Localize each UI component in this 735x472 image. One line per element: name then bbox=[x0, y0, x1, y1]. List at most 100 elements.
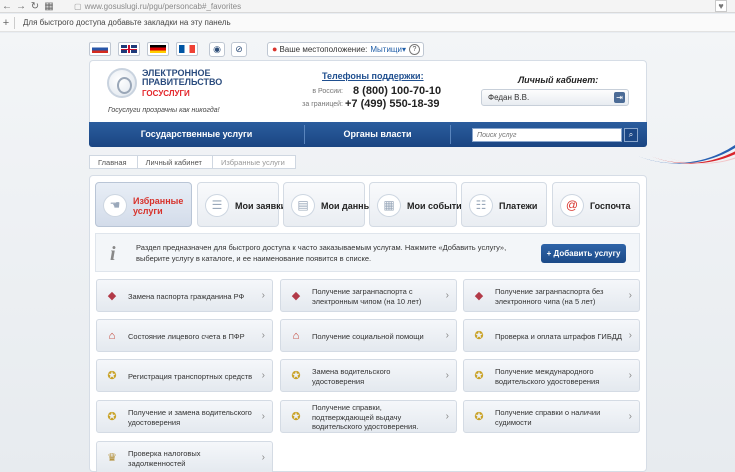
calendar-icon: ▦ bbox=[377, 194, 401, 217]
service-card[interactable]: ♛ Проверка налоговых задолженностей › bbox=[96, 441, 273, 472]
service-label: Получение социальной помощи bbox=[312, 331, 424, 341]
chevron-right-icon: › bbox=[628, 330, 632, 341]
breadcrumb-favorites: Избранные услуги bbox=[211, 155, 296, 169]
content-panel: ☚ Избранные услуги ☰ Мои заявки ▤ Мои да… bbox=[89, 175, 647, 472]
cabinet-tabs: ☚ Избранные услуги ☰ Мои заявки ▤ Мои да… bbox=[95, 182, 640, 227]
help-icon[interactable]: ? bbox=[409, 44, 420, 55]
service-label: Регистрация транспортных средств bbox=[128, 371, 253, 381]
service-label: Получение справки о наличии судимости bbox=[495, 408, 601, 427]
pension-fund-icon: ⌂ bbox=[292, 330, 300, 342]
back-icon[interactable]: ← bbox=[0, 0, 14, 13]
tab-label: Мои события bbox=[407, 200, 467, 211]
info-box: i Раздел предназначен для быстрого досту… bbox=[95, 233, 640, 272]
service-card[interactable]: ⌂ Состояние лицевого счета в ПФР › bbox=[96, 319, 273, 352]
service-card[interactable]: ✪ Регистрация транспортных средств › bbox=[96, 359, 273, 392]
service-card[interactable]: ◆ Замена паспорта гражданина РФ › bbox=[96, 279, 273, 312]
lang-de-flag[interactable] bbox=[147, 42, 169, 56]
tab-label: Госпочта bbox=[590, 200, 631, 211]
traffic-police-icon: ✪ bbox=[107, 411, 117, 423]
gosuslugi-logo-icon[interactable] bbox=[107, 68, 137, 98]
phone-abroad: +7 (499) 550-18-39 bbox=[345, 98, 440, 110]
tab-label: Избранные услуги bbox=[133, 195, 184, 216]
tab-label: Платежи bbox=[499, 200, 538, 211]
slogan: Госуслуги прозрачны как никогда! bbox=[108, 107, 220, 114]
traffic-police-icon: ✪ bbox=[107, 370, 117, 382]
info-text: Раздел предназначен для быстрого доступа… bbox=[136, 243, 507, 263]
service-label: Замена паспорта гражданина РФ bbox=[128, 291, 245, 301]
add-bookmark-icon[interactable]: + bbox=[0, 17, 12, 29]
site-container: ◉ ⊘ ● Ваше местоположение: Мытищи▾ ? ЭЛЕКТ… bbox=[89, 33, 647, 472]
search-icon[interactable]: ⌕ bbox=[624, 128, 638, 142]
service-card[interactable]: ✪ Проверка и оплата штрафов ГИБДД › bbox=[463, 319, 640, 352]
tab-gospochta[interactable]: @ Госпочта bbox=[552, 182, 640, 227]
tab-events[interactable]: ▦ Мои события bbox=[369, 182, 467, 227]
service-card[interactable]: ✪ Замена водительского удостоверения › bbox=[280, 359, 457, 392]
service-card[interactable]: ✪ Получение и замена водительского удосто… bbox=[96, 400, 273, 433]
breadcrumb-cabinet[interactable]: Личный кабинет bbox=[136, 155, 213, 169]
mail-at-icon: @ bbox=[560, 194, 584, 217]
chevron-right-icon: › bbox=[445, 370, 449, 381]
service-card[interactable]: ✪ Получение международного водительского … bbox=[463, 359, 640, 392]
service-label: Проверка налоговых задолженностей bbox=[128, 449, 201, 468]
logo-title[interactable]: ЭЛЕКТРОННОЕ ПРАВИТЕЛЬСТВО bbox=[142, 69, 252, 87]
service-card[interactable]: ◆ Получение загранпаспорта без электронно… bbox=[463, 279, 640, 312]
chevron-right-icon: › bbox=[261, 411, 265, 422]
location-city[interactable]: Мытищи bbox=[370, 45, 402, 54]
bookmarks-bar: + Для быстрого доступа добавьте закладки… bbox=[0, 14, 735, 32]
service-card[interactable]: ✪ Получение справки, подтверждающей выдач… bbox=[280, 400, 457, 433]
chevron-right-icon: › bbox=[445, 290, 449, 301]
chevron-right-icon: › bbox=[628, 370, 632, 381]
tab-payments[interactable]: ☷ Платежи bbox=[461, 182, 547, 227]
chevron-right-icon: › bbox=[261, 370, 265, 381]
reload-icon[interactable]: ↻ bbox=[28, 0, 42, 13]
compass-icon[interactable]: ⊘ bbox=[231, 42, 247, 57]
service-label: Получение международного водительского у… bbox=[495, 367, 600, 386]
top-strip: ◉ ⊘ ● Ваше местоположение: Мытищи▾ ? bbox=[89, 38, 647, 60]
service-label: Получение загранпаспорта без электронног… bbox=[495, 287, 604, 306]
search-input[interactable] bbox=[472, 128, 622, 142]
passport-icon: ◆ bbox=[107, 290, 117, 302]
lang-ru-flag[interactable] bbox=[89, 42, 111, 56]
logout-icon[interactable]: ⇥ bbox=[614, 92, 625, 103]
chevron-right-icon: › bbox=[445, 330, 449, 341]
bookmarks-hint: Для быстрого доступа добавьте закладки н… bbox=[23, 18, 231, 27]
traffic-police-icon: ✪ bbox=[474, 411, 484, 423]
bookmark-heart-icon[interactable]: ♥ bbox=[715, 0, 727, 12]
tab-my-data[interactable]: ▤ Мои данные bbox=[283, 182, 376, 227]
site-header: ЭЛЕКТРОННОЕ ПРАВИТЕЛЬСТВО ГОСУСЛУГИ Госу… bbox=[89, 60, 647, 122]
apps-icon[interactable]: ▦ bbox=[42, 0, 56, 13]
lang-en-flag[interactable] bbox=[118, 42, 140, 56]
payment-icon: ☷ bbox=[469, 194, 493, 217]
dropdown-icon: ▾ bbox=[401, 45, 406, 54]
cabinet-user-name: Федан В.В. bbox=[488, 93, 530, 102]
cabinet-user-field[interactable]: Федан В.В. ⇥ bbox=[481, 89, 629, 106]
service-card[interactable]: ◆ Получение загранпаспорта с электронным … bbox=[280, 279, 457, 312]
service-label: Получение загранпаспорта с электронным ч… bbox=[312, 287, 422, 306]
favorites-hand-icon: ☚ bbox=[103, 194, 127, 217]
chevron-right-icon: › bbox=[445, 411, 449, 422]
tab-applications[interactable]: ☰ Мои заявки bbox=[197, 182, 286, 227]
phones-title[interactable]: Телефоны поддержки: bbox=[322, 71, 424, 81]
passport-icon: ◆ bbox=[474, 290, 484, 302]
lang-fr-flag[interactable] bbox=[176, 42, 198, 56]
add-service-button[interactable]: + Добавить услугу bbox=[541, 244, 626, 263]
tab-favorites[interactable]: ☚ Избранные услуги bbox=[95, 182, 192, 227]
traffic-police-icon: ✪ bbox=[474, 330, 484, 342]
tax-service-icon: ♛ bbox=[107, 452, 117, 464]
chevron-right-icon: › bbox=[261, 452, 265, 463]
nav-services[interactable]: Государственные услуги bbox=[89, 122, 304, 147]
nav-authorities[interactable]: Органы власти bbox=[305, 122, 450, 147]
traffic-police-icon: ✪ bbox=[291, 370, 301, 382]
address-bar[interactable]: ▢ www.gosuslugi.ru/pgu/personcab#_favorit… bbox=[70, 1, 690, 12]
location-selector[interactable]: ● Ваше местоположение: Мытищи▾ ? bbox=[267, 42, 424, 57]
breadcrumb-home[interactable]: Главная bbox=[89, 155, 138, 169]
service-card[interactable]: ✪ Получение справки о наличии судимости › bbox=[463, 400, 640, 433]
add-service-label: Добавить услугу bbox=[553, 249, 621, 258]
forward-icon[interactable]: → bbox=[14, 0, 28, 13]
traffic-police-icon: ✪ bbox=[474, 370, 484, 382]
logo-subtitle: ГОСУСЛУГИ bbox=[142, 89, 190, 98]
service-label: Замена водительского удостоверения bbox=[312, 367, 391, 386]
service-card[interactable]: ⌂ Получение социальной помощи › bbox=[280, 319, 457, 352]
url-text: www.gosuslugi.ru/pgu/personcab#_favorite… bbox=[84, 1, 242, 11]
accessibility-eye-icon[interactable]: ◉ bbox=[209, 42, 225, 57]
